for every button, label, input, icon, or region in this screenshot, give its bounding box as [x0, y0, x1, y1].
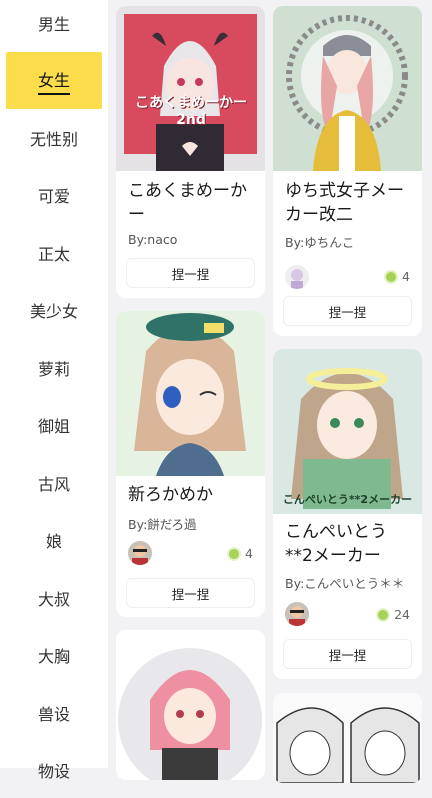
maker-card[interactable]: こあくまめーかー 2nd こあくまめーかー By:naco 捏一捏 — [116, 6, 265, 298]
category-male[interactable]: 男生 — [0, 0, 108, 51]
category-beauty[interactable]: 美少女 — [0, 281, 108, 338]
author-avatar — [285, 602, 309, 626]
category-lady[interactable]: 御姐 — [0, 396, 108, 453]
thumb-logo-text: こんぺいとう**2メーカー — [282, 493, 413, 506]
category-furry[interactable]: 兽设 — [0, 684, 108, 741]
card-author: By:naco — [128, 232, 178, 247]
category-busty[interactable]: 大胸 — [0, 626, 108, 683]
category-sidebar: 男生 女生 无性别 可爱 正太 美少女 萝莉 御姐 古风 娘 大叔 大胸 兽设 … — [0, 0, 108, 781]
category-cute[interactable]: 可爱 — [0, 166, 108, 223]
card-title: こあくまめーかー — [128, 181, 247, 225]
maker-card[interactable] — [273, 693, 422, 783]
author-avatar — [285, 265, 309, 289]
likes-value: 4 — [245, 546, 253, 561]
card-title: ゆち式女子メーカー改二 — [285, 181, 404, 225]
maker-card[interactable]: ゆち式女子メーカー改二 By:ゆちんこ 4 捏一捏 — [273, 6, 422, 336]
card-title: 新ろかめか — [128, 485, 213, 505]
like-dot-icon — [386, 271, 397, 282]
maker-card[interactable] — [116, 630, 265, 780]
card-thumbnail — [116, 311, 265, 476]
card-author: By:餅だろ過 — [128, 517, 197, 532]
card-thumbnail — [273, 693, 422, 783]
maker-card[interactable]: 新ろかめか By:餅だろ過 4 捏一捏 — [116, 311, 265, 617]
category-shota[interactable]: 正太 — [0, 224, 108, 281]
card-author: By:ゆちんこ — [285, 235, 355, 250]
maker-card[interactable]: こんぺいとう**2メーカー こんぺいとう**2メーカー By:こんぺいとう＊＊ … — [273, 349, 422, 679]
category-femboy[interactable]: 娘 — [0, 511, 108, 568]
category-female[interactable]: 女生 — [6, 52, 102, 109]
like-dot-icon — [229, 548, 240, 559]
create-button[interactable]: 捏一捏 — [283, 639, 412, 669]
category-object[interactable]: 物设 — [0, 741, 108, 798]
card-thumbnail — [273, 6, 422, 171]
likes-value: 24 — [394, 607, 410, 622]
card-thumbnail: こあくまめーかー 2nd — [116, 6, 265, 171]
category-genderless[interactable]: 无性别 — [0, 109, 108, 166]
create-button[interactable]: 捏一捏 — [283, 296, 412, 326]
card-author: By:こんぺいとう＊＊ — [285, 576, 405, 591]
category-female-label: 女生 — [37, 67, 70, 95]
create-button[interactable]: 捏一捏 — [126, 578, 255, 608]
like-dot-icon — [378, 609, 389, 620]
create-button[interactable]: 捏一捏 — [126, 258, 255, 288]
likes-count: 24 — [378, 607, 410, 622]
likes-count: 4 — [229, 546, 253, 561]
thumb-logo-text: こあくまめーかー 2nd — [135, 95, 247, 128]
category-loli[interactable]: 萝莉 — [0, 339, 108, 396]
likes-count: 4 — [386, 269, 410, 284]
category-ancient[interactable]: 古风 — [0, 454, 108, 511]
likes-value: 4 — [402, 269, 410, 284]
category-uncle[interactable]: 大叔 — [0, 569, 108, 626]
card-title: こんぺいとう**2メーカー — [285, 522, 387, 566]
card-thumbnail: こんぺいとう**2メーカー — [273, 349, 422, 514]
author-avatar — [128, 541, 152, 565]
card-thumbnail — [116, 630, 265, 780]
